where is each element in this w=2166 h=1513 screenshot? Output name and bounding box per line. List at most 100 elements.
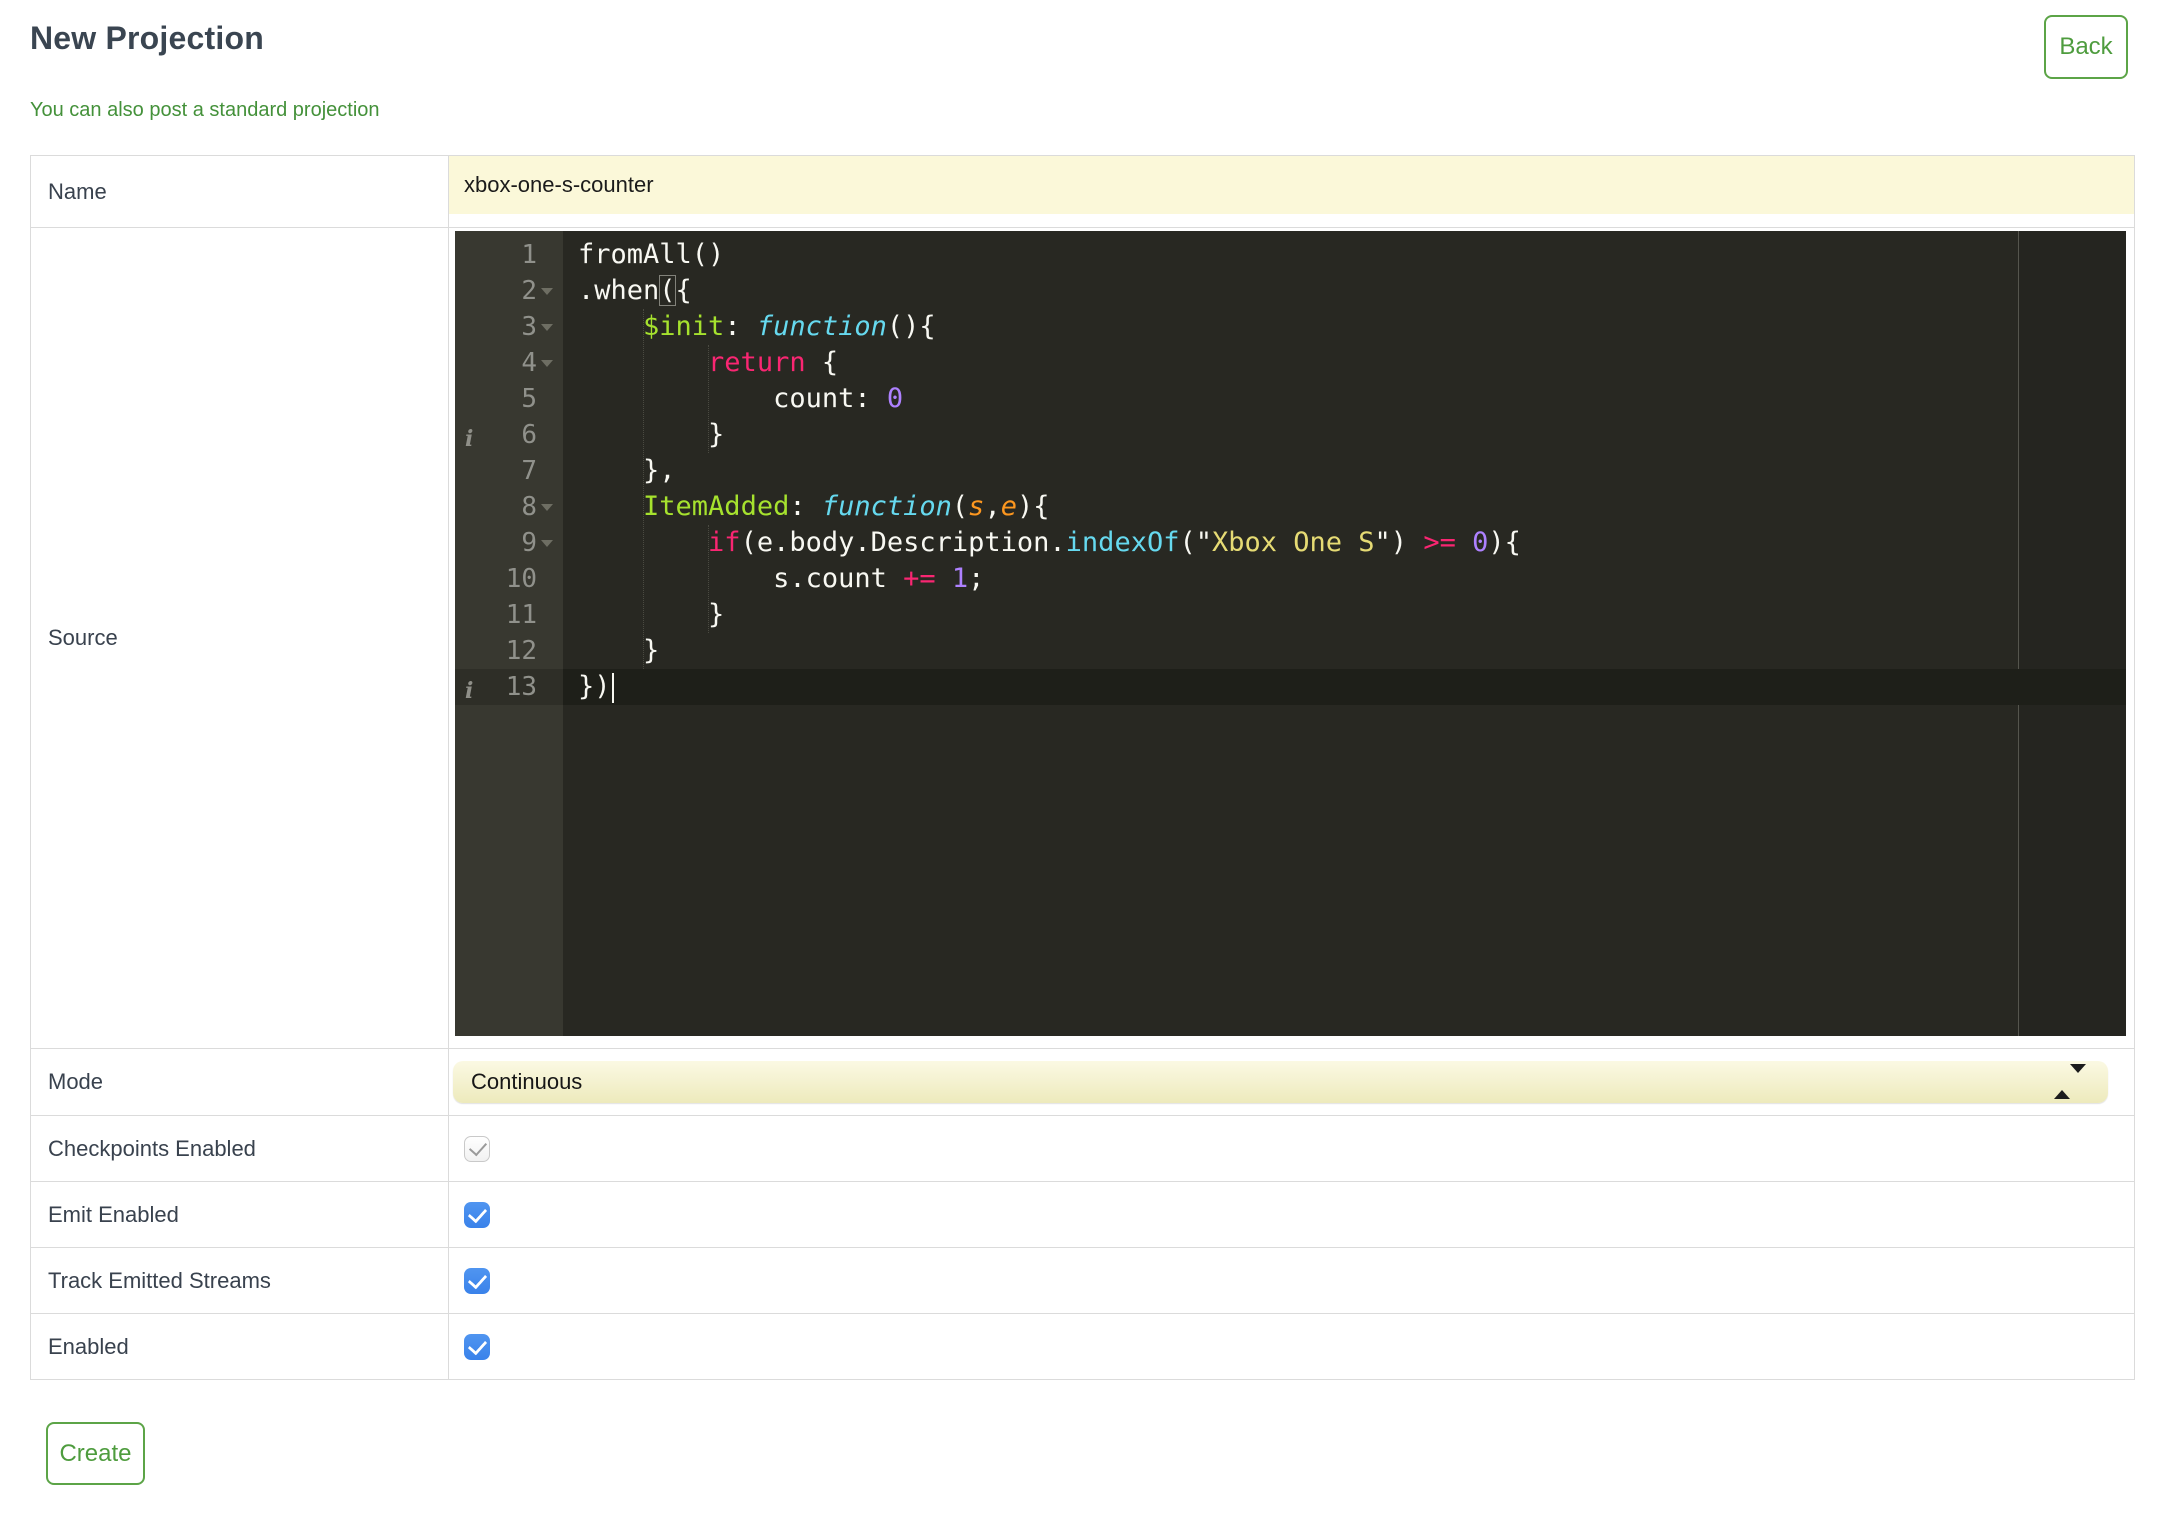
code-line: .when({ [563,273,2126,309]
enabled-label: Enabled [30,1313,449,1380]
code-token: ){ [1016,491,1050,522]
code-line: return { [563,345,2126,381]
mode-select-value: Continuous [471,1069,583,1094]
editor-gutter: 1 2 3 4 5 i 6 7 8 9 10 11 12 i 13 [455,231,563,1036]
gutter-line: 8 [455,489,563,525]
mode-select[interactable]: Continuous [453,1061,2108,1103]
code-token: s.count [578,563,904,594]
code-token: if [708,527,741,558]
code-token: e [1000,491,1017,522]
line-number: 10 [505,564,537,594]
code-line: ItemAdded: function(s,e){ [563,489,2126,525]
line-number: 4 [521,348,537,378]
code-token: : [724,311,757,342]
source-code-editor[interactable]: 1 2 3 4 5 i 6 7 8 9 10 11 12 i 13 fromAll() .when({ $in… [455,231,2126,1036]
code-token: $init [643,311,725,342]
code-token: 0 [1472,527,1489,558]
page-title: New Projection [30,20,264,56]
enabled-checkbox[interactable] [464,1333,490,1360]
code-token: return [708,347,806,378]
line-number: 3 [521,312,537,342]
gutter-line: i6 [455,417,563,453]
code-token: (" [1179,527,1212,558]
checkpoints-label: Checkpoints Enabled [30,1115,449,1182]
emit-checkbox[interactable] [464,1201,490,1228]
code-token: : [789,491,822,522]
code-token: }) [578,671,611,702]
track-row: Track Emitted Streams [30,1247,2135,1314]
line-number: 6 [521,420,537,450]
code-token: Xbox One S [1211,527,1375,558]
line-number: 1 [521,240,537,270]
gutter-line: 11 [455,597,563,633]
info-annotation-icon: i [465,678,474,704]
emit-row: Emit Enabled [30,1181,2135,1248]
fold-icon[interactable] [541,323,553,331]
line-number: 5 [521,384,537,414]
line-number: 9 [521,528,537,558]
code-line: }, [563,453,2126,489]
page: New Projection Back You can also post a … [0,0,2166,1485]
code-token: } [578,419,725,450]
code-token: .when [578,275,660,306]
code-token: { [805,347,839,378]
code-line: count: 0 [563,381,2126,417]
code-token: 1 [951,563,969,594]
code-line: } [563,633,2126,669]
code-line: } [563,597,2126,633]
code-token: , [984,491,1001,522]
code-line: } [563,417,2126,453]
code-token: 0 [886,383,904,414]
checkpoints-checkbox [464,1135,490,1162]
code-token: } [578,599,725,630]
track-emitted-checkbox[interactable] [464,1267,490,1294]
code-token: }, [578,455,676,486]
code-token: ") [1374,527,1424,558]
line-number: 11 [505,600,537,630]
gutter-line: 4 [455,345,563,381]
code-token: function [756,311,887,342]
code-line: }) [563,669,2126,705]
gutter-line: 1 [455,237,563,273]
code-token: function [821,491,952,522]
fold-icon[interactable] [541,359,553,367]
fold-icon[interactable] [541,539,553,547]
code-token: (e.body.Description. [740,527,1066,558]
fold-icon[interactable] [541,503,553,511]
gutter-line: 12 [455,633,563,669]
name-input[interactable] [449,156,2134,214]
editor-code-area[interactable]: fromAll() .when({ $init: function(){ retu… [563,231,2126,1036]
code-line: s.count += 1; [563,561,2126,597]
create-button[interactable]: Create [46,1422,145,1485]
code-token: >= [1423,527,1456,558]
line-number: 8 [521,492,537,522]
code-token: indexOf [1065,527,1180,558]
code-token: fromAll() [578,239,725,270]
gutter-line: i 13 [455,669,563,705]
code-token: } [578,635,660,666]
code-line: fromAll() [563,237,2126,273]
line-number: 7 [521,456,537,486]
code-line: $init: function(){ [563,309,2126,345]
gutter-line: 2 [455,273,563,309]
code-token: { [675,275,692,306]
gutter-line: 7 [455,453,563,489]
checkpoints-row: Checkpoints Enabled [30,1115,2135,1182]
code-token: s [968,491,985,522]
gutter-line: 9 [455,525,563,561]
code-token: (){ [886,311,936,342]
line-number: 2 [521,276,537,306]
fold-icon[interactable] [541,287,553,295]
text-cursor [611,672,614,703]
projection-form-table: Name Source 12345i6789101112i13 fromAll(… [30,155,2135,1380]
gutter-line: 10 [455,561,563,597]
standard-projection-link[interactable]: You can also post a standard projection [30,98,380,122]
emit-label: Emit Enabled [30,1181,449,1248]
code-token: ( [659,275,676,306]
back-button[interactable]: Back [2044,15,2128,79]
